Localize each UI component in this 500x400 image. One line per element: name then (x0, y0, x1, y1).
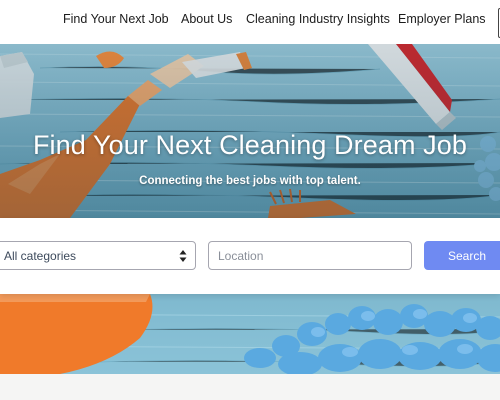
job-search-form: All categories Search (0, 218, 500, 294)
nav-link-find-your-next-job[interactable]: Find Your Next Job (63, 12, 169, 26)
location-input[interactable] (208, 241, 412, 270)
hero-title: Find Your Next Cleaning Dream Job (32, 130, 468, 160)
hero-banner: Find Your Next Cleaning Dream Job Connec… (0, 44, 500, 218)
search-button[interactable]: Search (424, 241, 500, 270)
category-select[interactable]: All categories (0, 241, 196, 270)
page-content-start (0, 374, 500, 400)
select-arrows-icon (179, 250, 187, 262)
hero-subtitle: Connecting the best jobs with top talent… (139, 175, 361, 187)
nav-link-cleaning-industry-insights[interactable]: Cleaning Industry Insights (246, 12, 390, 26)
nav-link-employer-plans[interactable]: Employer Plans (398, 12, 486, 26)
hero-lower-image (0, 294, 500, 374)
category-select-value: All categories (4, 249, 77, 263)
cleaning-supplies-image (0, 294, 500, 374)
nav-link-about-us[interactable]: About Us (181, 12, 232, 26)
top-navigation: Find Your Next Job About Us Cleaning Ind… (0, 0, 500, 44)
